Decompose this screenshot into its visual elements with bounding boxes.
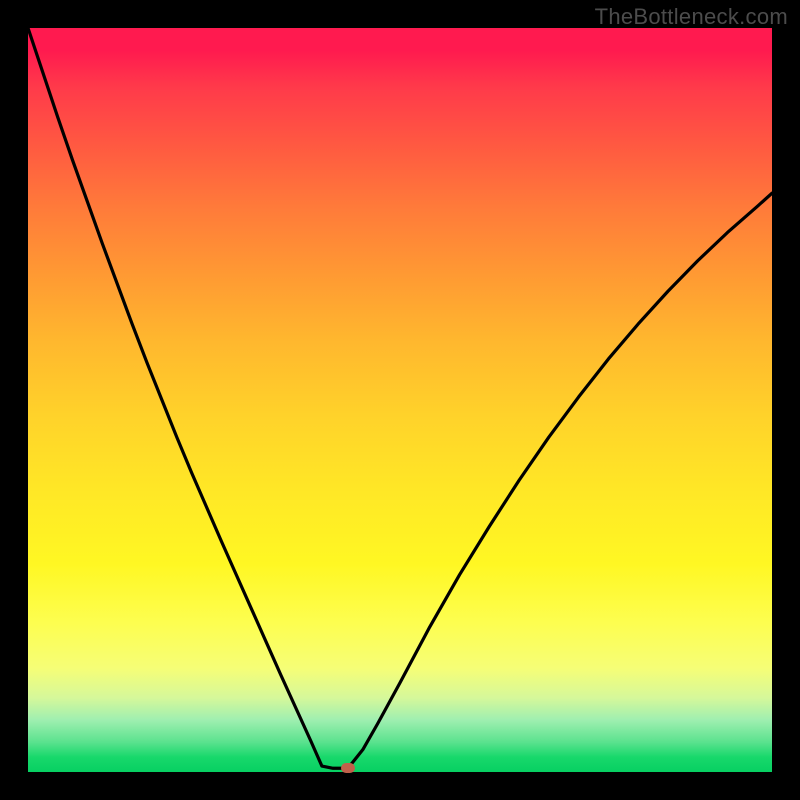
chart-frame: TheBottleneck.com — [0, 0, 800, 800]
watermark-text: TheBottleneck.com — [595, 4, 788, 30]
chart-plot-area — [28, 28, 772, 772]
bottleneck-curve — [28, 28, 772, 772]
minimum-marker — [341, 763, 355, 773]
